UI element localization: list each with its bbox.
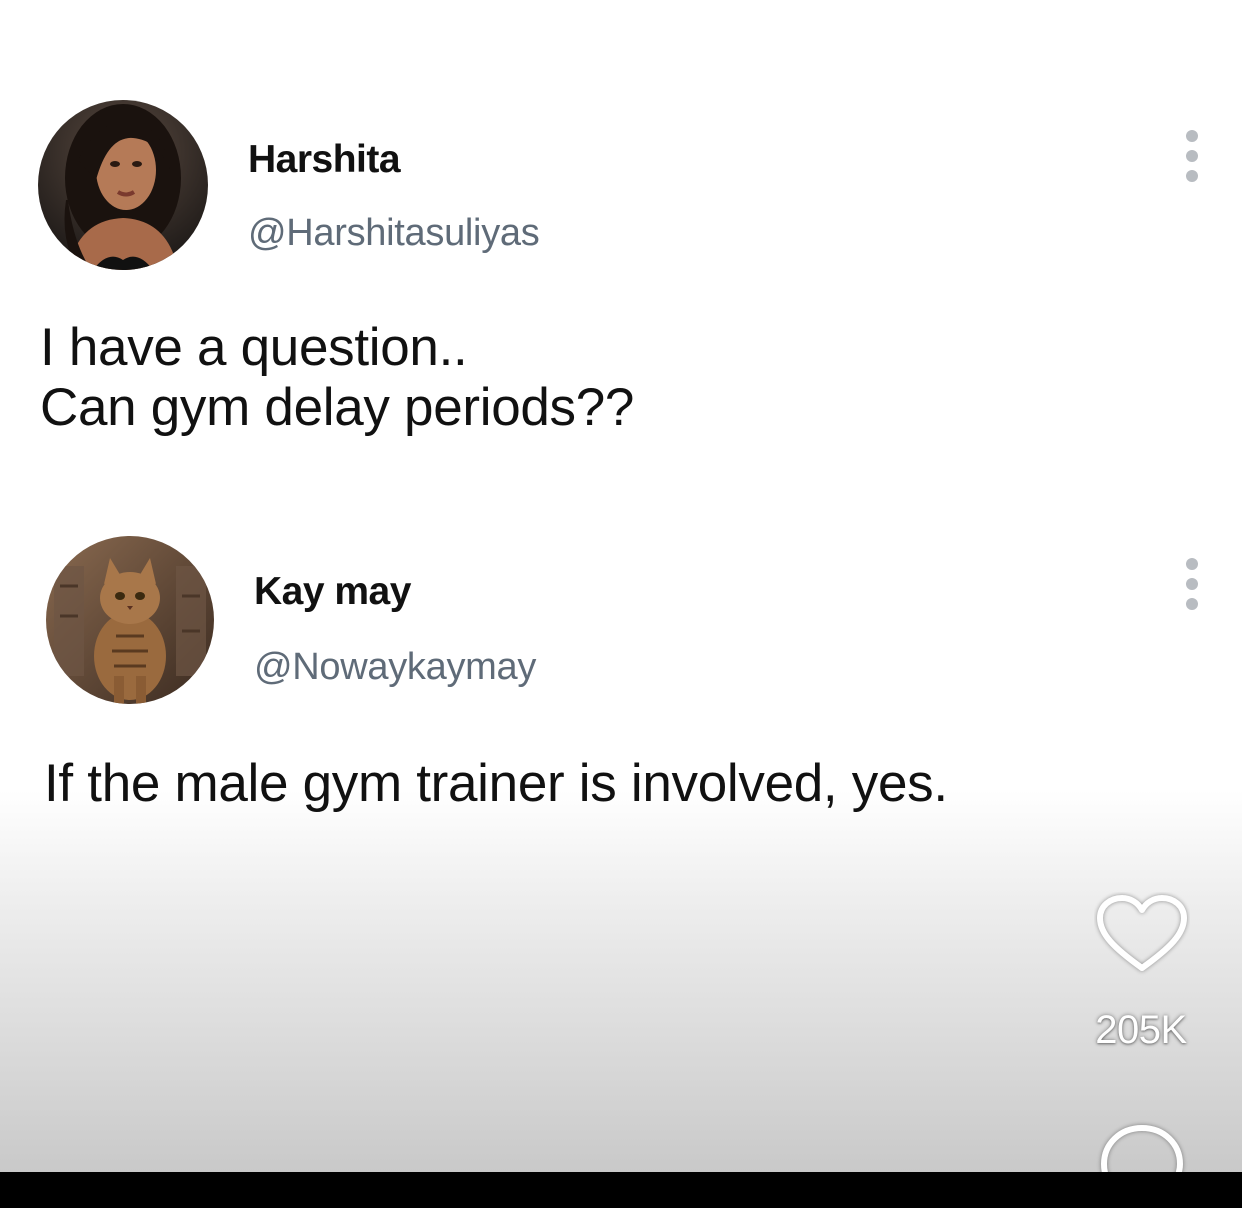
avatar[interactable] bbox=[46, 536, 214, 704]
more-options-icon[interactable] bbox=[1178, 130, 1206, 186]
like-count: 205K bbox=[1095, 1008, 1187, 1052]
bottom-bar bbox=[0, 1172, 1242, 1208]
post-text: I have a question.. Can gym delay period… bbox=[40, 318, 634, 438]
user-handle[interactable]: @Harshitasuliyas bbox=[248, 212, 540, 255]
post-text-line: Can gym delay periods?? bbox=[40, 378, 635, 437]
dot bbox=[1186, 558, 1198, 570]
dot bbox=[1186, 578, 1198, 590]
post-text: If the male gym trainer is involved, yes… bbox=[44, 754, 948, 814]
dot bbox=[1186, 598, 1198, 610]
dot bbox=[1186, 130, 1198, 142]
avatar[interactable] bbox=[38, 100, 208, 270]
post-text-line: I have a question.. bbox=[40, 318, 468, 377]
more-options-icon[interactable] bbox=[1178, 558, 1206, 614]
post-text-line: If the male gym trainer is involved, yes… bbox=[44, 754, 948, 813]
heart-icon[interactable] bbox=[1094, 892, 1190, 976]
comment-bubble-icon[interactable] bbox=[1094, 1120, 1190, 1172]
dot bbox=[1186, 170, 1198, 182]
display-name[interactable]: Harshita bbox=[248, 138, 401, 182]
user-handle[interactable]: @Nowaykaymay bbox=[254, 646, 536, 689]
dot bbox=[1186, 150, 1198, 162]
feed-background: Harshita @Harshitasuliyas I have a quest… bbox=[0, 0, 1242, 1172]
display-name[interactable]: Kay may bbox=[254, 570, 411, 614]
